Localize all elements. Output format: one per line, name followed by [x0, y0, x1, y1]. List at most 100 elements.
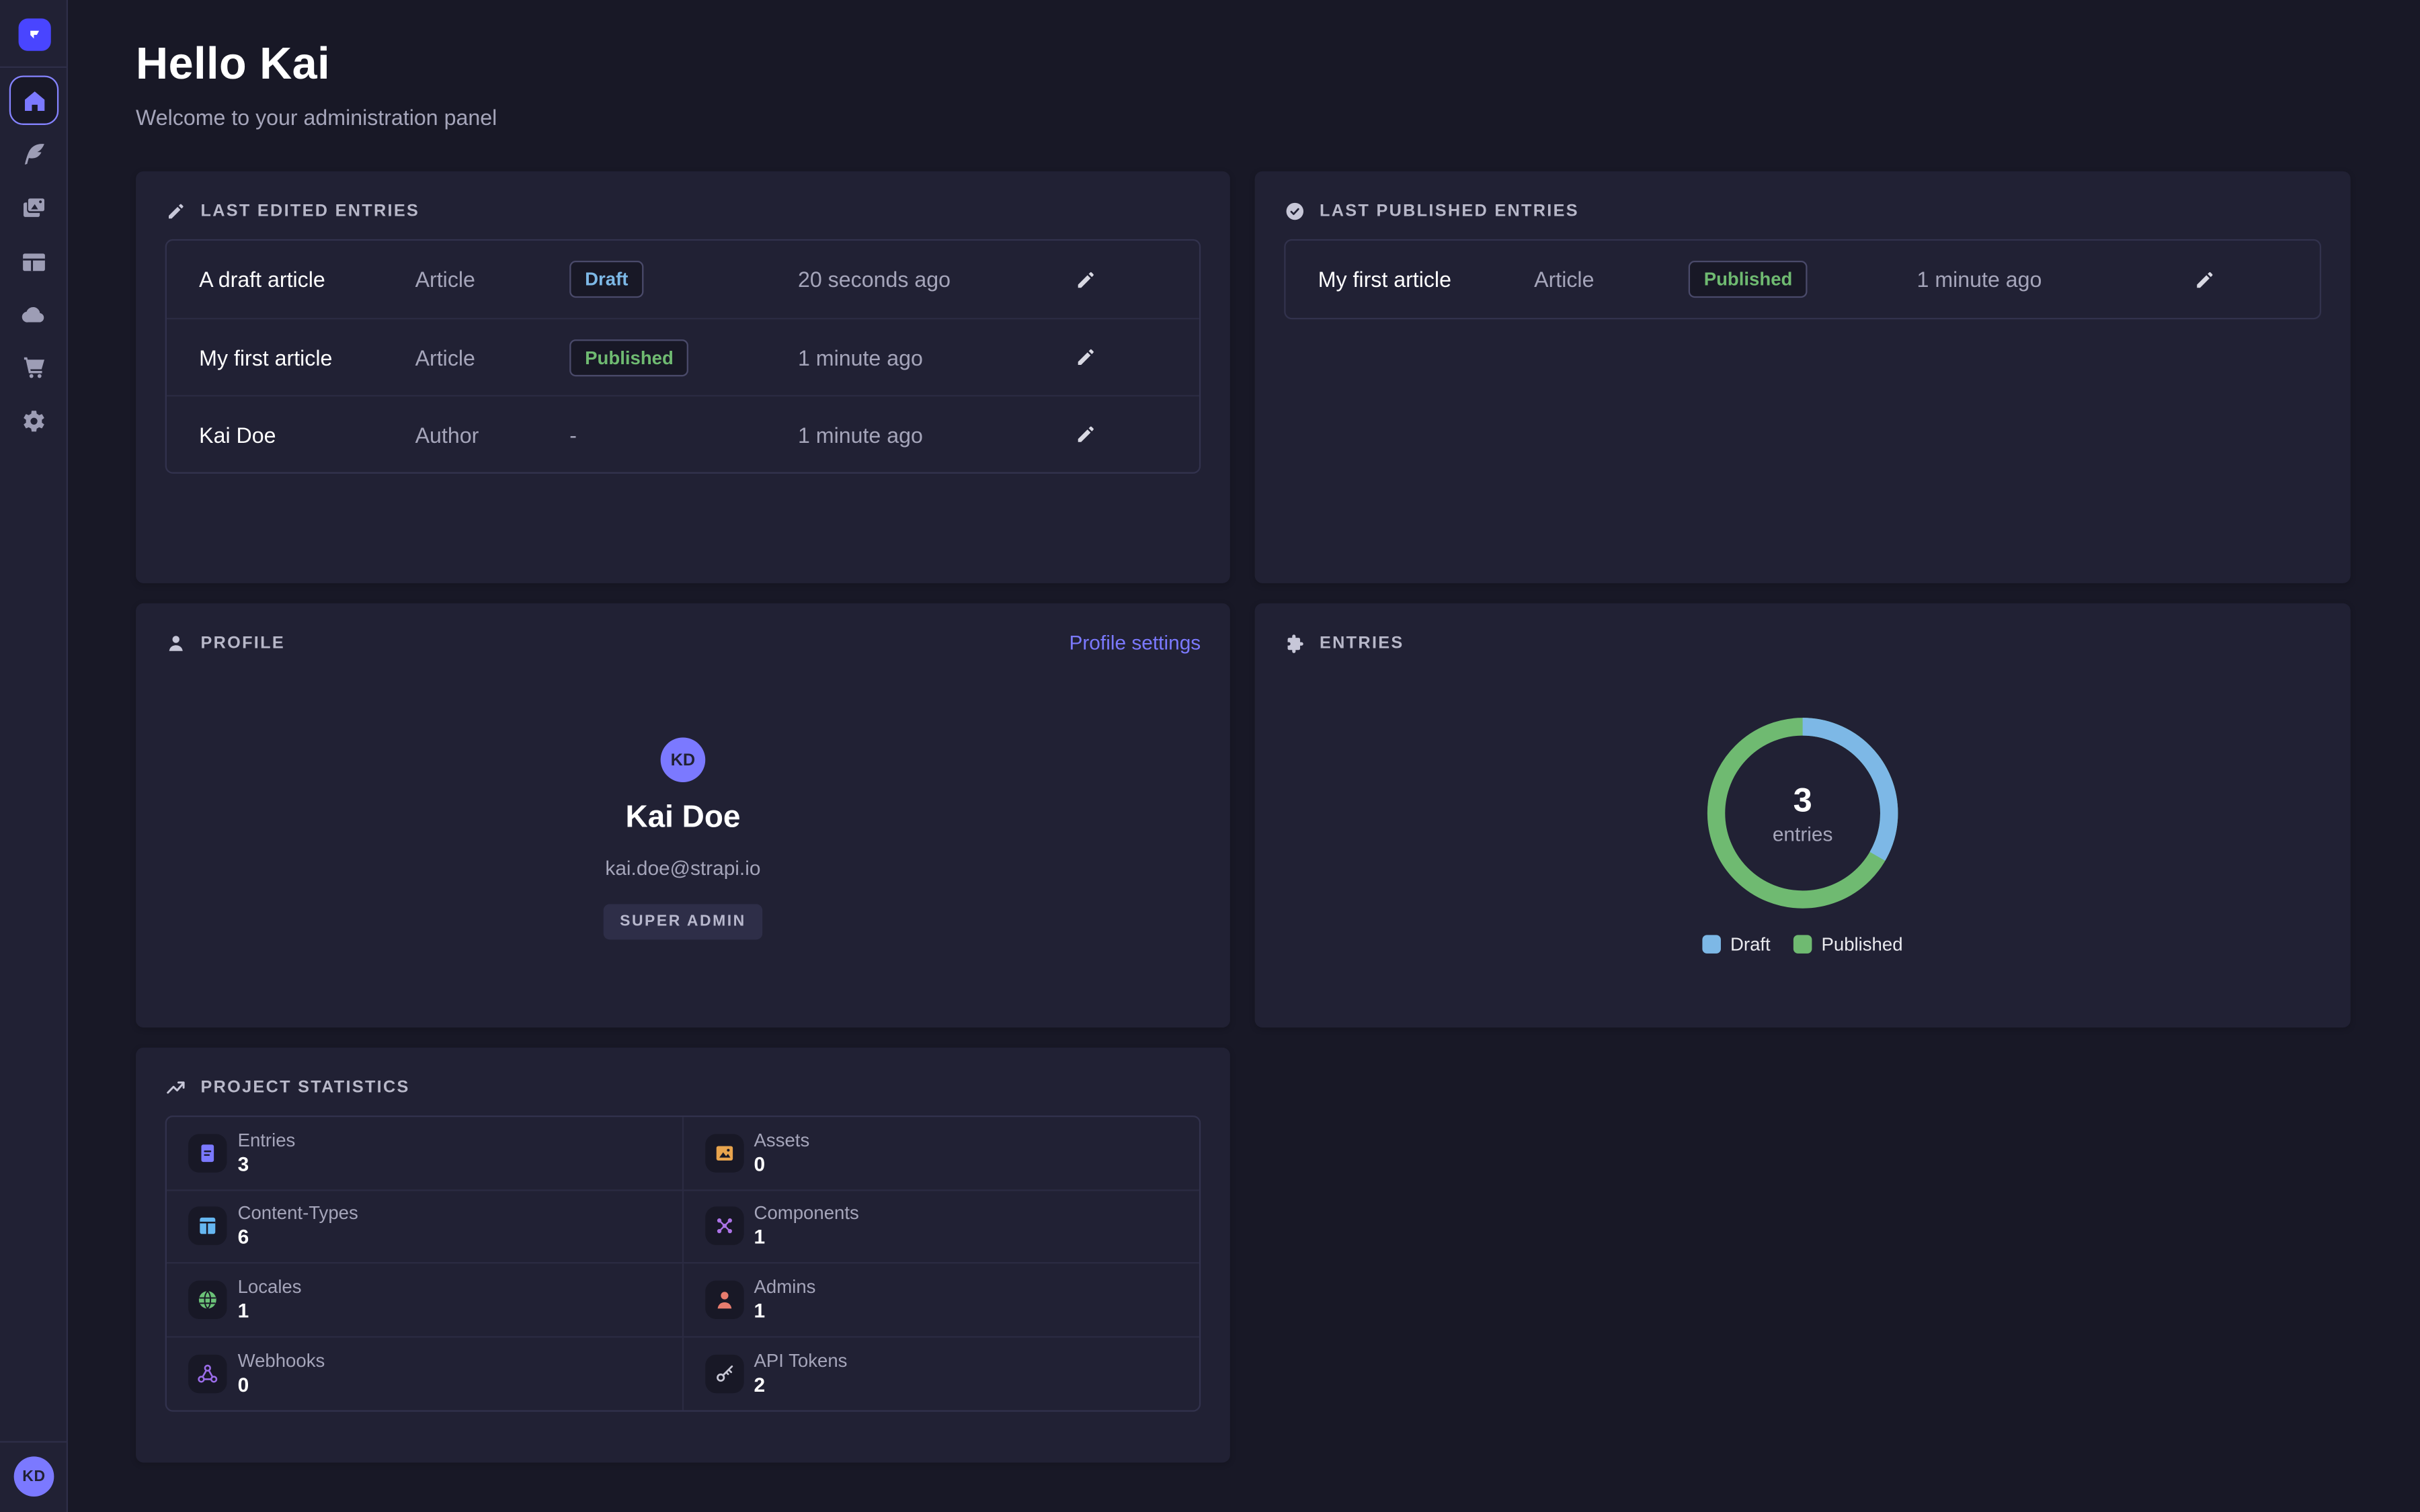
- table-row[interactable]: My first article Article Published 1 min…: [1286, 241, 2320, 318]
- profile-email: kai.doe@strapi.io: [605, 856, 760, 879]
- legend-label: Published: [1822, 933, 1903, 955]
- stat-locales: Locales1: [167, 1263, 683, 1337]
- status-badge: Draft: [569, 261, 643, 298]
- media-library-icon: [20, 194, 48, 222]
- stat-entries: Entries3: [167, 1117, 683, 1190]
- donut-chart: 3 entries: [1702, 713, 1902, 913]
- stat-assets: Assets0: [683, 1117, 1199, 1190]
- stat-label: Components: [754, 1202, 859, 1224]
- edit-entry-button[interactable]: [1074, 343, 1102, 371]
- stat-label: Webhooks: [238, 1349, 325, 1371]
- sidebar: KD: [0, 0, 68, 1512]
- stat-label: Entries: [238, 1129, 296, 1150]
- avatar: KD: [661, 737, 706, 782]
- key-icon: [704, 1354, 743, 1392]
- user-icon: [704, 1280, 743, 1318]
- document-icon: [188, 1134, 227, 1172]
- legend-swatch-draft: [1703, 935, 1722, 954]
- strapi-logo[interactable]: [19, 19, 51, 51]
- edit-entry-button[interactable]: [1074, 421, 1102, 448]
- sidebar-item-content-manager[interactable]: [20, 140, 48, 168]
- gear-icon: [20, 407, 48, 435]
- panel-title: PROFILE: [200, 634, 285, 653]
- sidebar-user-avatar[interactable]: KD: [14, 1456, 54, 1497]
- cart-icon: [20, 353, 48, 381]
- status-badge: Published: [569, 339, 689, 376]
- layout-icon: [20, 249, 48, 276]
- webhook-icon: [188, 1354, 227, 1392]
- chart-legend: Draft Published: [1703, 933, 1903, 955]
- stat-label: Admins: [754, 1275, 816, 1297]
- entry-time: 1 minute ago: [1917, 267, 2193, 292]
- table-row[interactable]: Kai Doe Author - 1 minute ago: [167, 395, 1199, 472]
- check-circle-icon: [1284, 200, 1305, 222]
- panel-header: PROFILE: [165, 630, 1201, 657]
- sidebar-item-media-library[interactable]: [20, 194, 48, 222]
- legend-label: Draft: [1730, 933, 1771, 955]
- stat-value: 1: [754, 1299, 816, 1324]
- entry-type: Article: [415, 267, 570, 292]
- stat-content-types: Content-Types6: [167, 1190, 683, 1263]
- stat-value: 0: [754, 1152, 810, 1177]
- stat-value: 6: [238, 1226, 358, 1251]
- profile-name: Kai Doe: [625, 801, 740, 837]
- table-row[interactable]: A draft article Article Draft 20 seconds…: [167, 241, 1199, 318]
- entries-table: My first article Article Published 1 min…: [1284, 239, 2321, 319]
- sidebar-item-content-type-builder[interactable]: [20, 249, 48, 276]
- stat-value: 0: [238, 1373, 325, 1398]
- panel-project-statistics: PROJECT STATISTICS Entries3 Assets0: [136, 1048, 1230, 1463]
- page-subtitle: Welcome to your administration panel: [136, 103, 2351, 131]
- panel-profile: PROFILE Profile settings KD Kai Doe kai.…: [136, 603, 1230, 1027]
- pencil-icon: [1074, 345, 1097, 368]
- entry-type: Article: [1534, 267, 1689, 292]
- legend-item-draft: Draft: [1703, 933, 1771, 955]
- stat-label: Assets: [754, 1129, 810, 1150]
- entry-name: My first article: [1318, 267, 1534, 292]
- edit-entry-button[interactable]: [1074, 265, 1102, 293]
- stat-webhooks: Webhooks0: [167, 1337, 683, 1410]
- dashboard-grid: LAST EDITED ENTRIES A draft article Arti…: [136, 171, 2351, 1463]
- layout-icon: [188, 1207, 227, 1245]
- edit-entry-button[interactable]: [2193, 265, 2221, 293]
- components-icon: [704, 1207, 743, 1245]
- role-badge: SUPER ADMIN: [603, 904, 763, 939]
- stat-label: Locales: [238, 1275, 302, 1297]
- sidebar-item-settings[interactable]: [20, 407, 48, 435]
- entries-table: A draft article Article Draft 20 seconds…: [165, 239, 1201, 474]
- globe-icon: [188, 1280, 227, 1318]
- pencil-icon: [165, 200, 187, 222]
- panel-last-published-entries: LAST PUBLISHED ENTRIES My first article …: [1255, 171, 2351, 583]
- entry-name: A draft article: [199, 267, 415, 292]
- panel-title: LAST EDITED ENTRIES: [200, 202, 419, 221]
- strapi-admin-dashboard: KD Hello Kai Welcome to your administrat…: [0, 0, 2420, 1512]
- panel-title: PROJECT STATISTICS: [200, 1079, 409, 1097]
- sidebar-item-cloud[interactable]: [20, 301, 48, 329]
- panel-header: LAST EDITED ENTRIES: [165, 198, 1201, 225]
- table-row[interactable]: My first article Article Published 1 min…: [167, 318, 1199, 395]
- profile-settings-link[interactable]: Profile settings: [1069, 631, 1201, 654]
- feather-icon: [20, 140, 48, 168]
- entries-count-label: entries: [1773, 822, 1833, 845]
- sidebar-item-home[interactable]: [9, 76, 58, 125]
- entries-count: 3: [1793, 782, 1812, 818]
- stat-value: 1: [754, 1226, 859, 1251]
- entry-name: My first article: [199, 345, 415, 370]
- profile-body: KD Kai Doe kai.doe@strapi.io SUPER ADMIN: [165, 737, 1201, 939]
- panel-title: ENTRIES: [1320, 634, 1404, 653]
- entry-time: 1 minute ago: [798, 345, 1074, 370]
- stat-components: Components1: [683, 1190, 1199, 1263]
- pencil-icon: [1074, 423, 1097, 446]
- main-content: Hello Kai Welcome to your administration…: [68, 0, 2420, 1512]
- pencil-icon: [1074, 267, 1097, 290]
- sidebar-divider-bottom: [0, 1441, 68, 1442]
- page-title: Hello Kai: [136, 37, 2351, 93]
- stat-admins: Admins1: [683, 1263, 1199, 1337]
- strapi-logo-icon: [25, 25, 45, 45]
- panel-last-edited-entries: LAST EDITED ENTRIES A draft article Arti…: [136, 171, 1230, 583]
- entry-type: Author: [415, 422, 570, 447]
- cloud-icon: [20, 301, 48, 329]
- entry-status-empty: -: [569, 422, 798, 447]
- sidebar-item-marketplace[interactable]: [20, 353, 48, 381]
- panel-header: LAST PUBLISHED ENTRIES: [1284, 198, 2321, 225]
- stat-label: API Tokens: [754, 1349, 848, 1371]
